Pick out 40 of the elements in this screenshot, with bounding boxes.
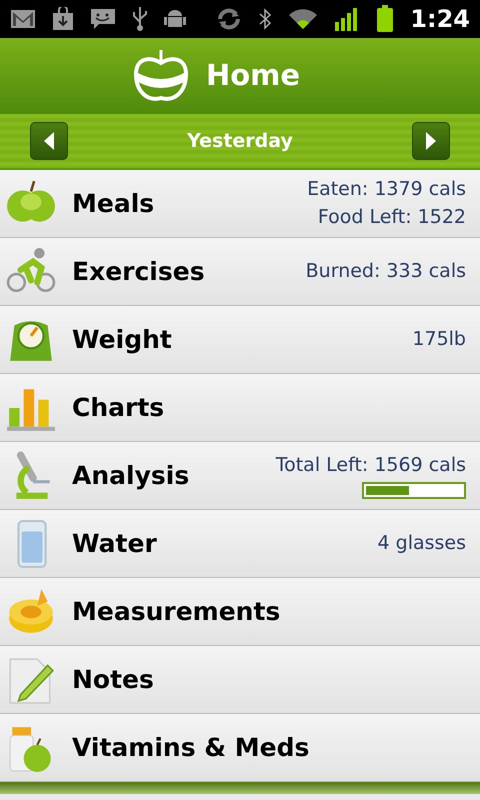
right-arrow-icon — [424, 131, 438, 151]
menu-item-label: Analysis — [72, 460, 190, 492]
menu-item-label: Weight — [72, 324, 173, 356]
bluetooth-icon — [258, 7, 272, 31]
menu-item-label: Measurements — [72, 596, 282, 628]
download-icon — [52, 7, 74, 31]
previous-day-button[interactable] — [30, 122, 68, 160]
wifi-icon — [288, 7, 318, 31]
menu-item[interactable]: Analysis Total Left: 1569 cals — [0, 442, 480, 510]
menu-item-label: Notes — [72, 664, 155, 696]
usb-icon — [132, 6, 148, 32]
menu-item[interactable]: Water 4 glasses — [0, 510, 480, 578]
menu-item[interactable]: Meals Eaten: 1379 cals Food Left: 1522 — [0, 170, 480, 238]
menu-item[interactable]: Weight 175lb — [0, 306, 480, 374]
left-arrow-icon — [42, 131, 56, 151]
battery-icon — [376, 5, 394, 33]
date-label: Yesterday — [187, 128, 293, 154]
menu-item[interactable]: Charts — [0, 374, 480, 442]
menu-item-label: Charts — [72, 392, 166, 424]
clock: 1:24 — [410, 4, 470, 35]
menu-item[interactable]: Exercises Burned: 333 cals — [0, 238, 480, 306]
menu-item-label: Exercises — [72, 256, 206, 288]
screen-title: Home — [206, 57, 300, 94]
item-summary: Total Left: 1569 cals — [276, 453, 466, 478]
item-summary: 4 glasses — [378, 530, 466, 556]
menu-item-label: Meals — [72, 188, 156, 220]
chat-icon — [90, 7, 116, 31]
menu-item-label: Vitamins & Meds — [72, 732, 310, 764]
item-summary: 175lb — [412, 326, 466, 352]
mail-icon — [10, 9, 36, 29]
apple-logo-icon — [132, 48, 190, 104]
menu-item[interactable]: Vitamins & Meds — [0, 714, 480, 782]
menu-item[interactable]: Measurements — [0, 578, 480, 646]
item-summary: Burned: 333 cals — [306, 258, 466, 284]
menu-item[interactable]: Notes — [0, 646, 480, 714]
item-summary: Eaten: 1379 cals — [307, 176, 466, 202]
menu-item-label: Water — [72, 528, 158, 560]
sync-icon — [216, 7, 242, 31]
item-summary: Food Left: 1522 — [318, 204, 466, 230]
next-day-button[interactable] — [412, 122, 450, 160]
